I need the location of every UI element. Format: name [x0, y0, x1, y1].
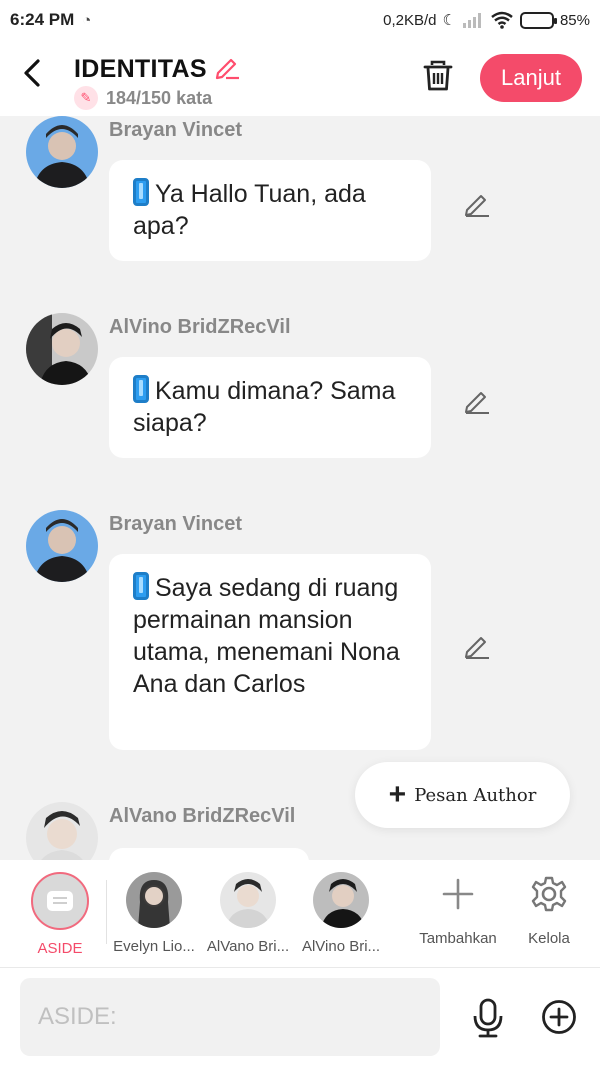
input-bar	[0, 968, 600, 1067]
plus-icon: +	[388, 778, 407, 811]
manage-button[interactable]: Kelola	[504, 872, 594, 947]
next-button[interactable]: Lanjut	[480, 54, 582, 102]
character-label: AlVino Bri...	[301, 938, 381, 955]
avatar[interactable]	[26, 313, 98, 385]
plus-icon	[413, 872, 503, 916]
battery-icon	[519, 11, 557, 29]
sender-name: AlVano BridZRecVil	[109, 805, 296, 827]
character-label: Evelyn Lio...	[113, 938, 195, 955]
microphone-icon[interactable]	[470, 998, 506, 1038]
edit-message-icon[interactable]	[462, 630, 492, 660]
sync-icon: ◔	[82, 11, 92, 29]
message-bubble[interactable]: Ya Hallo Tuan, ada apa?	[109, 160, 431, 261]
pencil-icon: ✎	[74, 86, 98, 110]
message-text: Saya sedang di ruang permainan mansion u…	[133, 574, 400, 698]
sender-name: Brayan Vincet	[109, 513, 243, 535]
back-arrow-icon[interactable]	[22, 58, 42, 94]
author-message-button[interactable]: + Pesan Author	[355, 762, 570, 828]
edit-message-icon[interactable]	[462, 188, 492, 218]
word-count: 184/150 kata	[106, 87, 213, 108]
avatar	[313, 872, 369, 928]
page-title: IDENTITAS	[74, 55, 207, 83]
character-alvano[interactable]: AlVano Bri...	[203, 872, 293, 955]
app-header: IDENTITAS ✎ 184/150 kata Lanjut	[0, 40, 600, 116]
author-message-label: Pesan Author	[414, 784, 537, 806]
avatar[interactable]	[26, 116, 98, 188]
sender-name: AlVino BridZRecVil	[109, 316, 291, 338]
message-text: Kamu dimana? Sama siapa?	[133, 377, 396, 437]
wifi-icon	[491, 11, 513, 29]
aside-icon	[31, 872, 89, 930]
sender-name: Brayan Vincet	[109, 119, 243, 141]
signal-icon	[462, 13, 481, 28]
message-input[interactable]	[20, 978, 440, 1056]
battery-percent: 85%	[559, 11, 590, 29]
network-speed: 0,2KB/d	[383, 11, 437, 29]
phone-icon	[133, 178, 149, 206]
title-row: IDENTITAS	[74, 52, 241, 87]
message-bubble[interactable]: Saya sedang di ruang permainan mansion u…	[109, 554, 431, 750]
trash-icon[interactable]	[420, 58, 456, 94]
edit-message-icon[interactable]	[462, 385, 492, 415]
character-evelyn[interactable]: Evelyn Lio...	[109, 872, 199, 955]
avatar	[220, 872, 276, 928]
message-bubble[interactable]: Kamu dimana? Sama siapa?	[109, 357, 431, 458]
divider	[106, 880, 107, 944]
moon-icon: ☾	[442, 12, 456, 29]
avatar	[126, 872, 182, 928]
character-aside[interactable]: ASIDE	[15, 872, 105, 957]
phone-icon	[133, 572, 149, 600]
status-bar: 6:24 PM ◔ 0,2KB/d ☾ 85%	[0, 0, 600, 40]
status-time: 6:24 PM	[10, 10, 75, 29]
character-alvino[interactable]: AlVino Bri...	[296, 872, 386, 955]
character-label: ASIDE	[37, 940, 83, 957]
tool-label: Kelola	[528, 930, 570, 947]
character-label: AlVano Bri...	[206, 938, 290, 955]
avatar[interactable]	[26, 510, 98, 582]
character-bar: ASIDE Evelyn Lio... AlVano Bri... AlVino…	[0, 860, 600, 968]
phone-icon	[133, 375, 149, 403]
word-count-row: ✎ 184/150 kata	[74, 86, 212, 110]
message-text: Ya Hallo Tuan, ada apa?	[133, 180, 366, 240]
gear-icon	[504, 872, 594, 916]
add-circle-icon[interactable]	[541, 999, 577, 1035]
add-character-button[interactable]: Tambahkan	[413, 872, 503, 947]
edit-title-icon[interactable]	[213, 52, 241, 87]
status-right: 0,2KB/d ☾ 85%	[383, 11, 590, 29]
tool-label: Tambahkan	[419, 930, 497, 947]
